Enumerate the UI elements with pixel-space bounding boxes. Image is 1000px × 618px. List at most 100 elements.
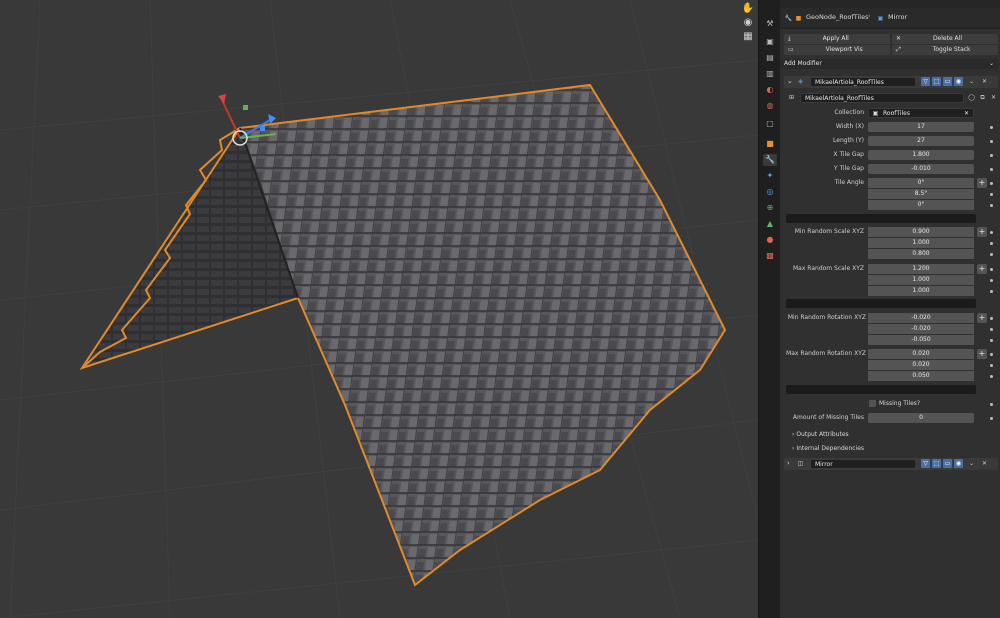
fake-user-icon[interactable]: ◯ — [967, 93, 976, 102]
physics-tab-icon[interactable]: ◎ — [763, 186, 777, 198]
viewport-vis-button[interactable]: ▭ Viewport Vis — [784, 45, 890, 55]
keyframe-dot-icon[interactable] — [990, 268, 993, 271]
edit-mode-icon[interactable]: ▽ — [921, 77, 930, 86]
keyframe-dot-icon[interactable] — [990, 339, 993, 342]
keyframe-dot-icon[interactable] — [990, 253, 993, 256]
material-tab-icon[interactable]: ● — [763, 234, 777, 246]
remove-modifier-icon[interactable]: ✕ — [980, 77, 989, 86]
max-scale-x-field[interactable]: 1.200 — [868, 264, 974, 274]
keyframe-dot-icon[interactable] — [990, 140, 993, 143]
camera-icon[interactable]: ◉ — [741, 17, 755, 29]
view-layer-tab-icon[interactable]: ▥ — [763, 68, 777, 80]
clear-collection-icon[interactable]: ✕ — [964, 109, 969, 119]
viewport-canvas[interactable] — [0, 0, 758, 618]
add-driver-icon[interactable]: + — [977, 349, 987, 359]
duplicate-icon[interactable]: ⧉ — [978, 93, 987, 102]
min-scale-y-field[interactable]: 1.000 — [868, 238, 974, 248]
add-driver-icon[interactable]: + — [977, 264, 987, 274]
min-scale-z-field[interactable]: 0.800 — [868, 249, 974, 259]
min-rotation-x-field[interactable]: -0.020 — [868, 313, 974, 323]
cage-icon[interactable]: ⬚ — [932, 77, 941, 86]
y-tile-gap-field[interactable]: -0.010 — [868, 164, 974, 174]
edit-mode-icon[interactable]: ▽ — [921, 459, 930, 468]
keyframe-dot-icon[interactable] — [990, 231, 993, 234]
keyframe-dot-icon[interactable] — [990, 168, 993, 171]
add-driver-icon[interactable]: + — [977, 227, 987, 237]
dropdown-chevron-icon[interactable]: ⌄ — [967, 459, 976, 468]
dropdown-chevron-icon[interactable]: ⌄ — [967, 77, 976, 86]
tool-tab-icon[interactable]: ⚒ — [763, 18, 777, 30]
expand-chevron-icon[interactable]: › — [787, 459, 790, 467]
tile-angle-x-field[interactable]: 0° — [868, 178, 974, 188]
collection-field[interactable]: ▣ RoofTiles ✕ — [868, 108, 974, 118]
amount-missing-field[interactable]: 0 — [868, 413, 974, 423]
modifier-tab-icon[interactable]: 🔧 — [763, 154, 777, 166]
particles-tab-icon[interactable]: ✦ — [763, 170, 777, 182]
keyframe-dot-icon[interactable] — [990, 193, 993, 196]
constraints-tab-icon[interactable]: ⊕ — [763, 202, 777, 214]
world-tab-icon[interactable]: ◍ — [763, 100, 777, 112]
render-camera-icon[interactable]: ◉ — [954, 459, 963, 468]
keyframe-dot-icon[interactable] — [990, 154, 993, 157]
keyframe-dot-icon[interactable] — [990, 317, 993, 320]
keyframe-dot-icon[interactable] — [990, 204, 993, 207]
keyframe-dot-icon[interactable] — [990, 375, 993, 378]
tile-angle-y-field[interactable]: 8.5° — [868, 189, 974, 199]
max-rotation-y-field[interactable]: 0.020 — [868, 360, 974, 370]
render-camera-icon[interactable]: ◉ — [954, 77, 963, 86]
missing-tiles-checkbox[interactable] — [869, 400, 876, 407]
data-tab-icon[interactable]: ▲ — [763, 218, 777, 230]
width-field[interactable]: 17 — [868, 122, 974, 132]
x-tile-gap-field[interactable]: 1.800 — [868, 150, 974, 160]
modifier-panel-header[interactable]: ⌄ ◈ MikaelArtiola_RoofTiles ▽ ⬚ ▭ ◉ ⌄ ✕ — [784, 76, 998, 88]
unlink-icon[interactable]: ✕ — [989, 93, 998, 102]
remove-modifier-icon[interactable]: ✕ — [980, 459, 989, 468]
length-field[interactable]: 27 — [868, 136, 974, 146]
max-rotation-x-field[interactable]: 0.020 — [868, 349, 974, 359]
mirror-modifier-header[interactable]: › ◫ Mirror ▽ ⬚ ▭ ◉ ⌄ ✕ — [784, 458, 998, 470]
keyframe-dot-icon[interactable] — [990, 403, 993, 406]
min-scale-x-field[interactable]: 0.900 — [868, 227, 974, 237]
add-modifier-dropdown[interactable]: Add Modifier ⌄ — [780, 59, 998, 69]
grid-view-icon[interactable]: ▦ — [741, 31, 755, 43]
node-group-field[interactable]: MikaelArtiola_RoofTiles — [800, 93, 964, 103]
output-attributes-subpanel[interactable]: › Output Attributes — [792, 430, 992, 440]
max-scale-y-field[interactable]: 1.000 — [868, 275, 974, 285]
collection-tab-icon[interactable]: ▢ — [763, 118, 777, 130]
keyframe-dot-icon[interactable] — [990, 328, 993, 331]
output-tab-icon[interactable]: ▤ — [763, 52, 777, 64]
tile-angle-z-field[interactable]: 0° — [868, 200, 974, 210]
missing-tiles-checkbox-row[interactable]: Missing Tiles? — [868, 399, 978, 409]
texture-tab-icon[interactable]: ▩ — [763, 250, 777, 262]
keyframe-dot-icon[interactable] — [990, 242, 993, 245]
keyframe-dot-icon[interactable] — [990, 279, 993, 282]
keyframe-dot-icon[interactable] — [990, 290, 993, 293]
object-tab-icon[interactable]: ■ — [763, 138, 777, 150]
apply-all-button[interactable]: ⤓ Apply All — [784, 34, 890, 44]
scene-tab-icon[interactable]: ◐ — [763, 84, 777, 96]
min-rotation-y-field[interactable]: -0.020 — [868, 324, 974, 334]
min-rotation-z-field[interactable]: -0.050 — [868, 335, 974, 345]
delete-all-button[interactable]: ✕ Delete All — [892, 34, 998, 44]
mirror-name-field[interactable]: Mirror — [810, 459, 916, 469]
max-rotation-z-field[interactable]: 0.050 — [868, 371, 974, 381]
collapse-chevron-icon[interactable]: ⌄ — [787, 77, 793, 85]
add-driver-icon[interactable]: + — [977, 178, 987, 188]
viewport-display-icon[interactable]: ▭ — [943, 77, 952, 86]
max-scale-z-field[interactable]: 1.000 — [868, 286, 974, 296]
keyframe-dot-icon[interactable] — [990, 182, 993, 185]
cage-icon[interactable]: ⬚ — [932, 459, 941, 468]
keyframe-dot-icon[interactable] — [990, 126, 993, 129]
viewport-display-icon[interactable]: ▭ — [943, 459, 952, 468]
toggle-stack-button[interactable]: ⤢ Toggle Stack — [892, 45, 998, 55]
add-driver-icon[interactable]: + — [977, 313, 987, 323]
render-tab-icon[interactable]: ▣ — [763, 36, 777, 48]
modifier-name-field[interactable]: MikaelArtiola_RoofTiles — [810, 77, 916, 87]
node-tree-icon[interactable]: ⊞ — [787, 93, 796, 102]
keyframe-dot-icon[interactable] — [990, 417, 993, 420]
internal-dependencies-subpanel[interactable]: › Internal Dependencies — [792, 444, 992, 454]
keyframe-dot-icon[interactable] — [990, 353, 993, 356]
keyframe-dot-icon[interactable] — [990, 364, 993, 367]
3d-viewport[interactable]: ✋ ◉ ▦ — [0, 0, 758, 618]
hand-icon[interactable]: ✋ — [741, 3, 755, 15]
